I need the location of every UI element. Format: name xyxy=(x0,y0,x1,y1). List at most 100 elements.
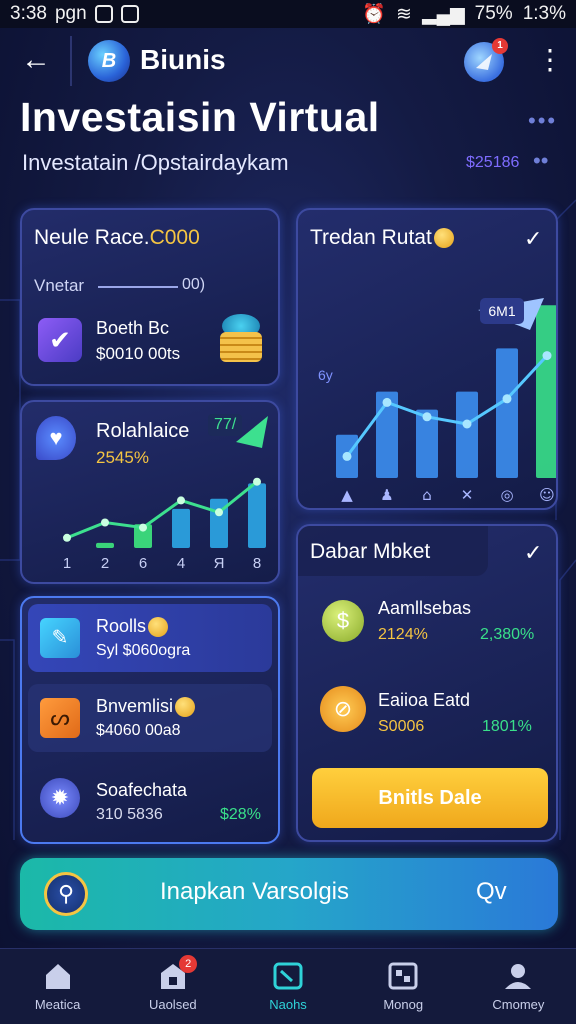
home-icon xyxy=(45,964,70,989)
nav-badge: 2 xyxy=(179,955,198,973)
alarm-icon: ⏰ xyxy=(362,4,387,25)
coin-icon xyxy=(433,228,454,249)
subtitle-dots-icon: •• xyxy=(533,148,549,173)
notification-icon xyxy=(94,5,113,23)
chart-point xyxy=(177,496,185,505)
title-dots-icon: ••• xyxy=(528,108,558,133)
checklist-icon: ✔ xyxy=(38,318,82,362)
market-item-change-b: 2,380% xyxy=(480,626,535,643)
user-icon xyxy=(505,964,532,989)
trend-chart: 6M1 6y ▲ ♟ ⌂ ✕ ◎ ☺ xyxy=(318,298,556,504)
rate-card-title: Neule Race.C000 xyxy=(34,226,200,249)
trend-ylabel: 6y xyxy=(318,367,333,383)
chart-point xyxy=(382,397,392,407)
cta-label: Inapkan Varsolgis xyxy=(160,878,349,905)
nav-item-store[interactable]: 2 Uaolsed xyxy=(115,949,230,1024)
x-tick-label: 6 xyxy=(139,555,147,572)
chart-point xyxy=(215,508,223,517)
app-logo: B xyxy=(88,40,130,82)
subtitle-amount: $25186 xyxy=(466,154,520,171)
app-header: ← B Biunis 1 ⋮ xyxy=(0,32,576,92)
app-name: Biunis xyxy=(140,44,226,75)
search-icon: ⚲ xyxy=(44,872,88,916)
satellite-icon: ⊘ xyxy=(320,686,366,732)
axis-icon: ✕ xyxy=(461,486,474,504)
arrow-up-icon xyxy=(236,416,268,448)
cta-right-label: Qv xyxy=(476,878,507,905)
axis-icon: ▲ xyxy=(341,486,353,504)
chart-bar xyxy=(248,483,266,548)
header-divider xyxy=(70,36,72,86)
list-item-name: Bnvemlisi xyxy=(96,696,196,718)
x-tick-label: 2 xyxy=(101,555,109,572)
market-item-name: Eaiioa Eatd xyxy=(378,690,471,710)
list-item-name: Roolls xyxy=(96,616,169,638)
wifi-icon: ≋ xyxy=(396,3,412,25)
page-title: Investaisin Virtual xyxy=(20,94,380,140)
image-icon xyxy=(120,5,139,23)
signal-icon: ▂▄▆ xyxy=(421,3,465,25)
status-bar: 3:38 pgn ⏰ ≋ ▂▄▆ 75% 1:3% xyxy=(0,0,576,28)
performance-chart: 1 2 6 4 Я 8 xyxy=(63,416,268,572)
axis-icon: ♟ xyxy=(380,486,393,504)
market-item-value: S0006 xyxy=(378,718,425,735)
chart-bar xyxy=(496,348,518,478)
performance-line xyxy=(66,480,258,540)
market-item-change-b: 1801% xyxy=(482,718,532,735)
coin-icon xyxy=(175,697,196,718)
status-carrier: pgn xyxy=(54,3,87,24)
bottom-nav: Meatica 2 Uaolsed Naohs Monog Cmomey xyxy=(0,948,576,1024)
performance-card[interactable]: ♥ Rolahlaice 2545% 77/ 1264Я8 xyxy=(20,400,280,584)
nav-item-charts[interactable]: Naohs xyxy=(230,949,345,1024)
axis-icon: ◎ xyxy=(500,486,513,504)
rate-item-value: $0010 00ts xyxy=(96,344,181,363)
rate-row-line xyxy=(98,286,178,288)
chart-point xyxy=(542,351,552,361)
x-tick-label: 4 xyxy=(177,555,185,572)
asset-list-card: ✎ Roolls Syl $060ogra ᔕ Bnvemlisi $4060 … xyxy=(20,596,280,844)
back-arrow-icon[interactable]: ← xyxy=(18,42,54,78)
trend-chart-card[interactable]: Tredan Rutat ✓ 6M1 6y ▲ ♟ ⌂ ✕ ◎ ☺ xyxy=(296,208,558,510)
list-item-name: Soafechata xyxy=(96,780,188,800)
market-action-button[interactable]: Bnitls Dale xyxy=(312,768,548,828)
swirl-icon: ᔕ xyxy=(40,698,80,738)
battery-level: 75% xyxy=(474,3,513,24)
coin-stack-icon xyxy=(218,314,264,366)
more-options-icon[interactable]: ⋮ xyxy=(536,42,564,78)
status-time-right: 1:3% xyxy=(522,3,566,24)
list-item-value: Syl $060ogra xyxy=(96,642,191,659)
rate-card[interactable]: Neule Race.C000 Vnetar 00) ✔ Boeth Bc $0… xyxy=(20,208,280,386)
calendar-icon xyxy=(388,962,418,990)
status-time: 3:38 xyxy=(10,3,47,24)
chart-point xyxy=(422,412,432,422)
list-item-value: $4060 00a8 xyxy=(96,722,181,739)
chart-point xyxy=(502,394,512,404)
gold-coin-icon: $ xyxy=(322,600,364,642)
chart-point xyxy=(63,533,71,542)
chart-bar xyxy=(456,391,478,478)
list-item-change: $28% xyxy=(220,806,261,823)
rate-item-name: Boeth Bc xyxy=(96,318,170,338)
chart-point xyxy=(342,451,352,461)
chart-point xyxy=(253,477,261,486)
market-item-change-a: 2124% xyxy=(378,626,428,643)
trend-badge-label: 6M1 xyxy=(488,303,515,319)
chevron-down-icon[interactable]: ✓ xyxy=(524,540,542,566)
ruler-icon: ✎ xyxy=(40,618,80,658)
chart-point xyxy=(462,419,472,429)
nav-item-profile[interactable]: Cmomey xyxy=(461,949,576,1024)
x-tick-label: 1 xyxy=(63,555,71,572)
trend-card-title: Tredan Rutat xyxy=(310,226,454,250)
nav-item-calendar[interactable]: Monog xyxy=(346,949,461,1024)
x-tick-label: 8 xyxy=(253,555,261,572)
nav-item-home[interactable]: Meatica xyxy=(0,949,115,1024)
coin-icon xyxy=(148,617,169,638)
rate-row-value: 00) xyxy=(182,276,206,293)
rate-row-label: Vnetar xyxy=(34,276,85,295)
chevron-down-icon[interactable]: ✓ xyxy=(524,226,542,252)
search-cta-bar[interactable]: ⚲ Inapkan Varsolgis Qv xyxy=(20,858,558,930)
chart-bar xyxy=(96,542,114,548)
gear-icon: ✹ xyxy=(40,778,80,818)
market-item-name: Aamllsebas xyxy=(378,598,472,618)
chart-bar xyxy=(536,305,556,478)
